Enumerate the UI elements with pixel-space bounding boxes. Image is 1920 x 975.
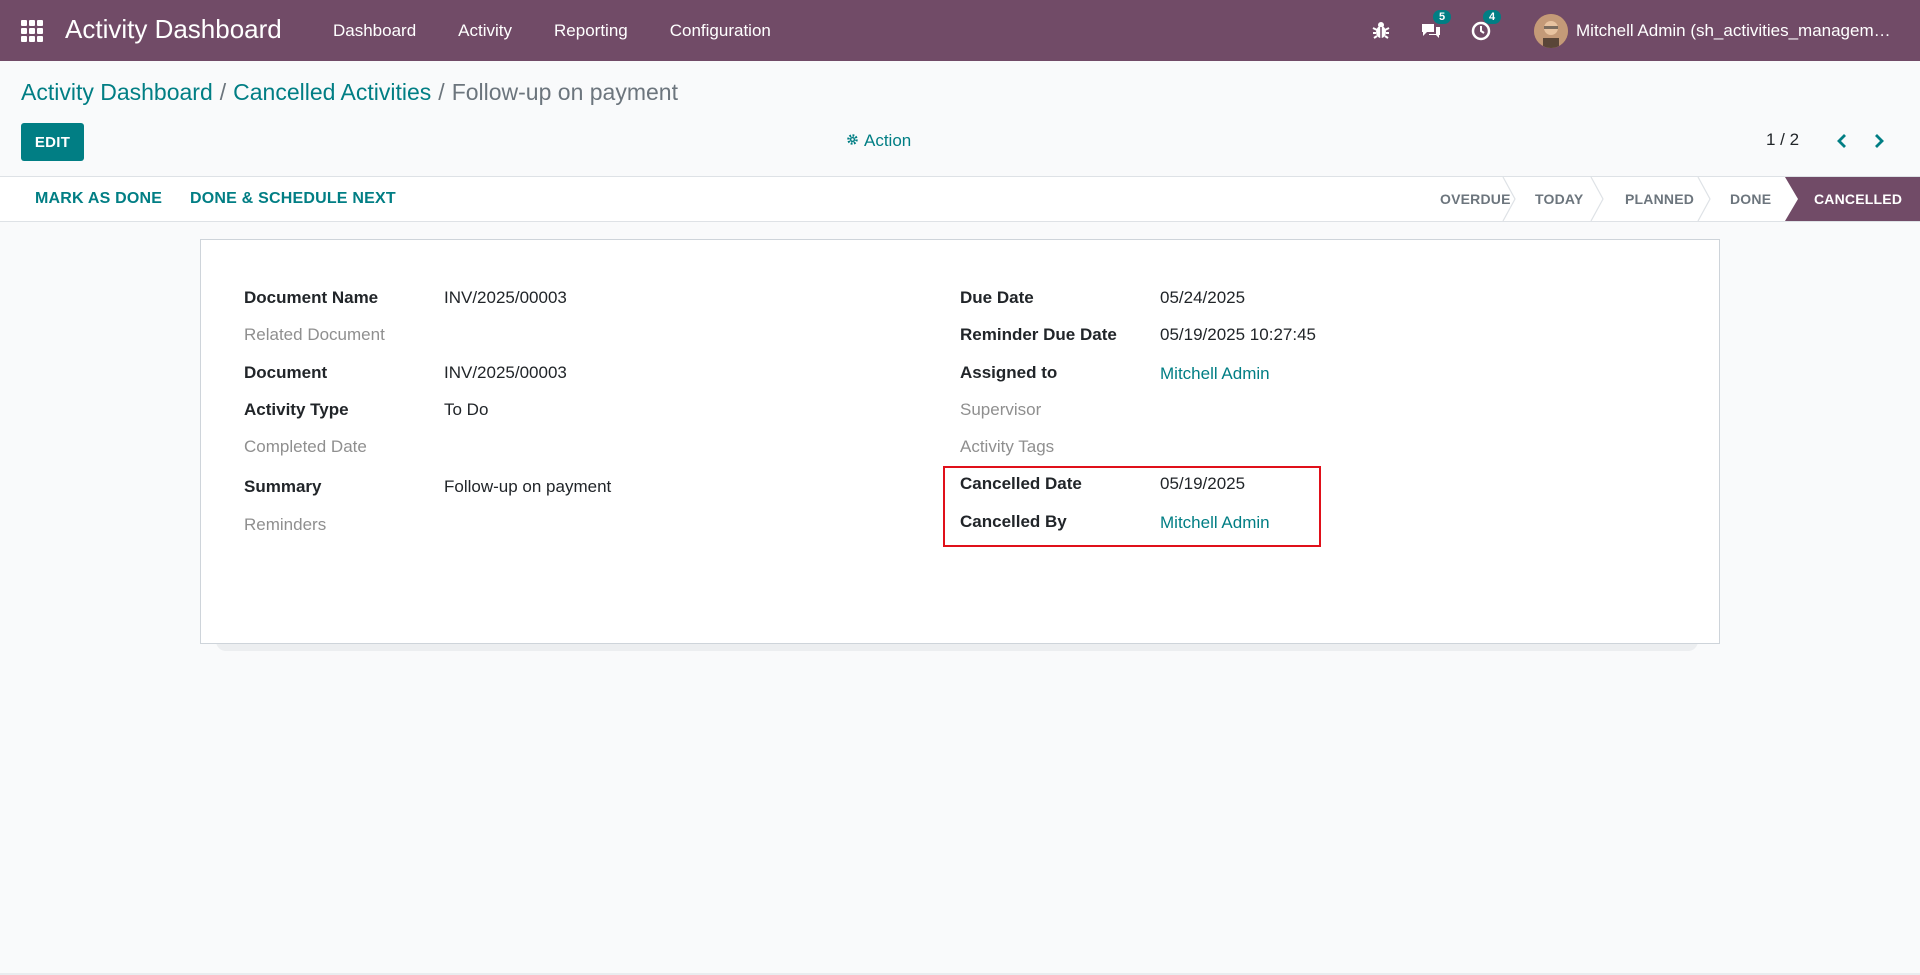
- label-reminders: Reminders: [244, 515, 327, 534]
- label-assigned-to: Assigned to: [960, 363, 1058, 382]
- messages-badge: 5: [1433, 9, 1452, 24]
- menu-activity[interactable]: Activity: [437, 21, 533, 41]
- label-due-date: Due Date: [960, 288, 1034, 307]
- edit-button[interactable]: EDIT: [21, 123, 84, 161]
- main-menu: Dashboard Activity Reporting Configurati…: [312, 0, 792, 61]
- breadcrumb-root[interactable]: Activity Dashboard: [21, 79, 213, 106]
- clock-icon[interactable]: 4: [1469, 9, 1502, 43]
- label-summary: Summary: [244, 477, 322, 496]
- label-activity-tags: Activity Tags: [960, 437, 1055, 456]
- bug-icon[interactable]: [1369, 19, 1393, 43]
- label-cancelled-date: Cancelled Date: [960, 474, 1082, 493]
- avatar: [1534, 13, 1568, 48]
- mark-as-done-button[interactable]: MARK AS DONE: [35, 190, 162, 208]
- user-name: Mitchell Admin (sh_activities_management…: [1576, 20, 1898, 40]
- app-title[interactable]: Activity Dashboard: [65, 14, 282, 45]
- value-document[interactable]: INV/2025/00003: [444, 363, 567, 383]
- chevron-right-icon[interactable]: [1867, 129, 1891, 153]
- value-activity-type[interactable]: To Do: [444, 400, 488, 420]
- breadcrumb-separator: /: [438, 79, 445, 105]
- stage-label: OVERDUE: [1440, 191, 1511, 207]
- apps-icon[interactable]: [21, 20, 43, 42]
- pager-value[interactable]: 1 / 2: [1766, 130, 1799, 150]
- breadcrumb-separator: /: [219, 79, 227, 105]
- label-reminder-due-date: Reminder Due Date: [960, 325, 1117, 344]
- label-cancelled-by: Cancelled By: [960, 512, 1067, 531]
- label-document-name: Document Name: [244, 288, 379, 307]
- done-schedule-next-button[interactable]: DONE & SCHEDULE NEXT: [190, 190, 396, 208]
- gear-icon: [846, 131, 859, 151]
- label-supervisor: Supervisor: [960, 400, 1042, 419]
- label-completed-date: Completed Date: [244, 437, 367, 456]
- stage-overdue[interactable]: OVERDUE: [1422, 177, 1516, 221]
- value-assigned-to[interactable]: Mitchell Admin: [1160, 364, 1270, 384]
- breadcrumb: Activity Dashboard / Cancelled Activitie…: [21, 79, 678, 106]
- stage-label: DONE: [1730, 191, 1772, 207]
- breadcrumb-parent[interactable]: Cancelled Activities: [233, 79, 431, 106]
- value-due-date[interactable]: 05/24/2025: [1160, 288, 1245, 308]
- chat-icon[interactable]: 5: [1419, 9, 1452, 43]
- menu-reporting[interactable]: Reporting: [533, 21, 649, 41]
- value-document-name[interactable]: INV/2025/00003: [444, 288, 567, 308]
- value-reminder-due-date[interactable]: 05/19/2025 10:27:45: [1160, 325, 1316, 345]
- stage-pipeline: OVERDUE TODAY PLANNED DONE CANCELLED: [1422, 177, 1920, 221]
- stage-done[interactable]: DONE: [1711, 177, 1785, 221]
- user-menu[interactable]: Mitchell Admin (sh_activities_management…: [1534, 13, 1898, 48]
- value-cancelled-by[interactable]: Mitchell Admin: [1160, 513, 1270, 533]
- menu-dashboard[interactable]: Dashboard: [312, 21, 437, 41]
- menu-configuration[interactable]: Configuration: [649, 21, 792, 41]
- stage-label: PLANNED: [1625, 191, 1695, 207]
- activities-badge: 4: [1483, 9, 1502, 24]
- label-document: Document: [244, 363, 328, 382]
- systray: 5 4 Mitchell Admin (sh_activities_manage…: [1356, 0, 1920, 61]
- label-related-document: Related Document: [244, 325, 385, 344]
- value-summary[interactable]: Follow-up on payment: [444, 477, 611, 497]
- breadcrumb-current: Follow-up on payment: [451, 79, 678, 105]
- top-navbar: Activity Dashboard Dashboard Activity Re…: [0, 0, 1920, 61]
- label-activity-type: Activity Type: [244, 400, 349, 419]
- stage-cancelled[interactable]: CANCELLED: [1785, 177, 1920, 221]
- stage-label: CANCELLED: [1814, 191, 1903, 207]
- status-bar: MARK AS DONE DONE & SCHEDULE NEXT OVERDU…: [0, 176, 1920, 222]
- stage-label: TODAY: [1535, 191, 1584, 207]
- action-label: Action: [864, 131, 912, 150]
- action-button[interactable]: Action: [846, 131, 911, 151]
- stage-planned[interactable]: PLANNED: [1604, 177, 1711, 221]
- value-cancelled-date[interactable]: 05/19/2025: [1160, 474, 1245, 494]
- stage-today[interactable]: TODAY: [1516, 177, 1604, 221]
- chevron-left-icon[interactable]: [1830, 129, 1854, 153]
